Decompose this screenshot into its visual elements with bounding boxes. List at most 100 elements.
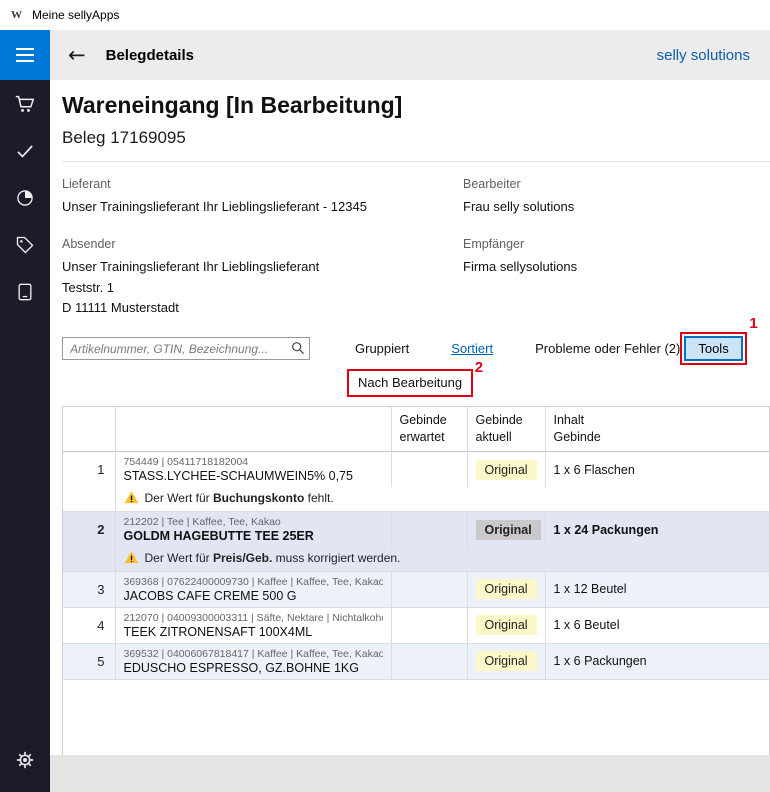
gebinde-aktuell-badge[interactable]: Original bbox=[476, 520, 541, 540]
gebinde-erwartet-cell bbox=[391, 511, 467, 547]
warning-row: Der Wert für Preis/Geb. muss korrigiert … bbox=[63, 547, 769, 571]
field-value: D 11111 Musterstadt bbox=[62, 298, 463, 319]
gebinde-aktuell-badge[interactable]: Original bbox=[476, 615, 537, 635]
sort-mode-selector[interactable]: Nach Bearbeitung bbox=[358, 375, 462, 390]
gebinde-erwartet-cell bbox=[391, 571, 467, 607]
gebinde-aktuell-cell: Original bbox=[467, 571, 545, 607]
tab-gruppiert[interactable]: Gruppiert bbox=[355, 341, 409, 356]
warning-row: Der Wert für Buchungskonto fehlt. bbox=[63, 487, 769, 511]
annotation-box-2: Nach Bearbeitung 2 bbox=[347, 369, 473, 397]
settings-button[interactable] bbox=[0, 736, 50, 783]
field-label: Absender bbox=[62, 237, 463, 251]
document-number: Beleg 17169095 bbox=[62, 128, 770, 148]
article-meta: 212070 | 04009300003311 | Säfte, Nektare… bbox=[124, 612, 383, 624]
sidebar-item-aufgaben[interactable] bbox=[0, 127, 50, 174]
app-window: W Meine sellyApps bbox=[0, 0, 770, 792]
sidebar-item-angebote[interactable] bbox=[0, 221, 50, 268]
tools-button[interactable]: Tools bbox=[684, 336, 742, 361]
list-toolbar: Gruppiert Sortiert Probleme oder Fehler … bbox=[62, 332, 770, 365]
tab-sortiert[interactable]: Sortiert bbox=[451, 341, 493, 356]
search-box bbox=[62, 337, 310, 360]
article-cell: 369532 | 04006067818417 | Kaffee | Kaffe… bbox=[115, 643, 391, 679]
annotation-marker-1: 1 bbox=[749, 315, 757, 332]
gebinde-aktuell-cell: Original bbox=[467, 451, 545, 487]
tab-probleme[interactable]: Probleme oder Fehler (2) bbox=[535, 341, 680, 356]
article-meta: 212202 | Tee | Kaffee, Tee, Kakao bbox=[124, 516, 383, 528]
back-button[interactable]: ← bbox=[68, 45, 86, 66]
gebinde-aktuell-badge[interactable]: Original bbox=[476, 460, 537, 480]
search-icon[interactable] bbox=[290, 340, 306, 356]
article-meta: 369532 | 04006067818417 | Kaffee | Kaffe… bbox=[124, 648, 383, 660]
hamburger-menu-button[interactable] bbox=[0, 30, 50, 80]
article-cell: 212070 | 04009300003311 | Säfte, Nektare… bbox=[115, 607, 391, 643]
gebinde-aktuell-badge[interactable]: Original bbox=[476, 579, 537, 599]
table-row[interactable]: 5 369532 | 04006067818417 | Kaffee | Kaf… bbox=[63, 643, 769, 679]
annotation-marker-2: 2 bbox=[475, 359, 483, 376]
field-value: Firma sellysolutions bbox=[463, 257, 770, 278]
article-name: STASS.LYCHEE-SCHAUMWEIN5% 0,75 bbox=[124, 469, 383, 483]
table-row[interactable]: 3 369368 | 07622400009730 | Kaffee | Kaf… bbox=[63, 571, 769, 607]
sidebar-item-statistik[interactable] bbox=[0, 174, 50, 221]
hamburger-icon bbox=[16, 48, 34, 50]
article-meta: 369368 | 07622400009730 | Kaffee | Kaffe… bbox=[124, 576, 383, 588]
gear-icon bbox=[15, 750, 35, 770]
field-absender: Absender Unser Trainingslieferant Ihr Li… bbox=[62, 237, 463, 319]
status-bar bbox=[50, 755, 770, 792]
price-tag-icon bbox=[15, 235, 35, 255]
items-table: Gebinde erwartet Gebinde aktuell Inhalt … bbox=[62, 406, 770, 755]
inhalt-cell: 1 x 6 Flaschen bbox=[545, 451, 769, 487]
gebinde-aktuell-badge[interactable]: Original bbox=[476, 651, 537, 671]
warning-message: Der Wert für Preis/Geb. muss korrigiert … bbox=[115, 547, 769, 571]
article-meta: 754449 | 05411718182004 bbox=[124, 456, 383, 468]
inhalt-cell: 1 x 6 Beutel bbox=[545, 607, 769, 643]
gebinde-aktuell-cell: Original bbox=[467, 643, 545, 679]
field-empfaenger: Empfänger Firma sellysolutions bbox=[463, 237, 770, 319]
search-input[interactable] bbox=[62, 337, 310, 360]
row-number: 4 bbox=[63, 607, 115, 643]
document-title: Wareneingang [In Bearbeitung] bbox=[62, 92, 770, 119]
field-label: Lieferant bbox=[62, 177, 463, 191]
inhalt-cell: 1 x 24 Packungen bbox=[545, 511, 769, 547]
sidebar bbox=[0, 30, 50, 792]
row-number: 5 bbox=[63, 643, 115, 679]
field-value: Unser Trainingslieferant Ihr Lieblingsli… bbox=[62, 197, 463, 218]
titlebar: W Meine sellyApps bbox=[0, 0, 770, 30]
app-header: ← Belegdetails selly solutions bbox=[50, 30, 770, 80]
field-value: Unser Trainingslieferant Ihr Lieblingsli… bbox=[62, 257, 463, 278]
pie-chart-icon bbox=[15, 188, 35, 208]
annotation-box-1: Tools 1 bbox=[680, 332, 746, 365]
article-cell: 754449 | 05411718182004 STASS.LYCHEE-SCH… bbox=[115, 451, 391, 487]
row-number: 2 bbox=[63, 511, 115, 547]
header-number bbox=[63, 407, 115, 451]
gebinde-aktuell-cell: Original bbox=[467, 511, 545, 547]
header-gebinde-erwartet: Gebinde erwartet bbox=[391, 407, 467, 451]
table-row[interactable]: 1 754449 | 05411718182004 STASS.LYCHEE-S… bbox=[63, 451, 769, 487]
sidebar-item-katalog[interactable] bbox=[0, 268, 50, 315]
catalog-icon bbox=[15, 282, 35, 302]
gebinde-erwartet-cell bbox=[391, 451, 467, 487]
header-article bbox=[115, 407, 391, 451]
gebinde-aktuell-cell: Original bbox=[467, 607, 545, 643]
field-bearbeiter: Bearbeiter Frau selly solutions bbox=[463, 177, 770, 218]
article-name: GOLDM HAGEBUTTE TEE 25ER bbox=[124, 529, 383, 543]
header-inhalt-gebinde: Inhalt Gebinde bbox=[545, 407, 769, 451]
field-label: Bearbeiter bbox=[463, 177, 770, 191]
sidebar-item-wareneingang[interactable] bbox=[0, 80, 50, 127]
header-gebinde-aktuell: Gebinde aktuell bbox=[467, 407, 545, 451]
field-value: Teststr. 1 bbox=[62, 278, 463, 299]
gebinde-erwartet-cell bbox=[391, 607, 467, 643]
article-name: JACOBS CAFE CREME 500 G bbox=[124, 589, 383, 603]
table-row[interactable]: 4 212070 | 04009300003311 | Säfte, Nekta… bbox=[63, 607, 769, 643]
row-number: 1 bbox=[63, 451, 115, 487]
field-label: Empfänger bbox=[463, 237, 770, 251]
table-header-row: Gebinde erwartet Gebinde aktuell Inhalt … bbox=[63, 407, 769, 451]
gebinde-erwartet-cell bbox=[391, 643, 467, 679]
article-name: TEEK ZITRONENSAFT 100X4ML bbox=[124, 625, 383, 639]
document-fields: Lieferant Unser Trainingslieferant Ihr L… bbox=[62, 177, 770, 319]
page-title: Belegdetails bbox=[106, 47, 194, 64]
field-lieferant: Lieferant Unser Trainingslieferant Ihr L… bbox=[62, 177, 463, 218]
window-title: Meine sellyApps bbox=[32, 8, 119, 22]
table-row-selected[interactable]: 2 212202 | Tee | Kaffee, Tee, Kakao GOLD… bbox=[63, 511, 769, 547]
cart-icon bbox=[14, 93, 36, 115]
field-value: Frau selly solutions bbox=[463, 197, 770, 218]
